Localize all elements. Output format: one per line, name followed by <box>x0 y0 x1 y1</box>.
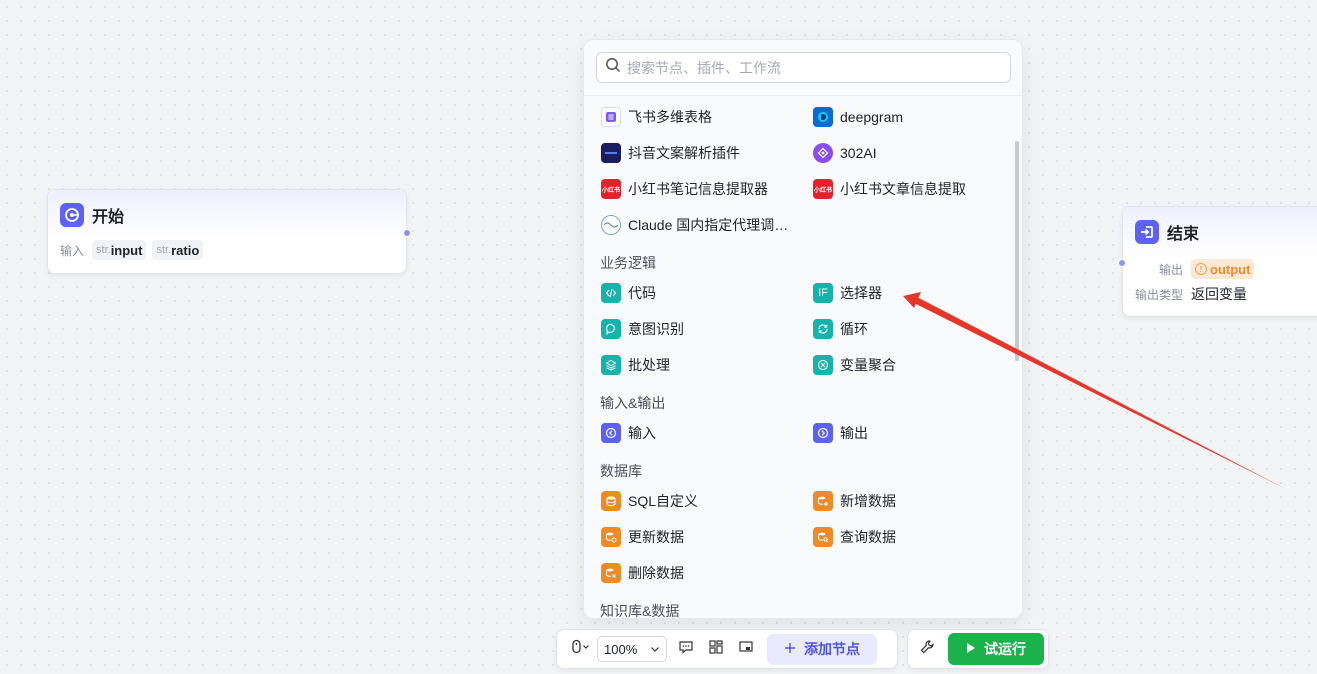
zoom-select[interactable]: 100% <box>597 636 667 662</box>
end-input-port[interactable] <box>1118 259 1126 267</box>
node-item-db-query[interactable]: 查询数据 <box>813 525 896 549</box>
wrench-icon <box>919 639 935 660</box>
douyin-plugin-icon <box>601 143 621 163</box>
start-output-port[interactable] <box>403 229 411 237</box>
comment-button[interactable] <box>671 634 701 664</box>
db-query-icon <box>813 527 833 547</box>
add-node-button[interactable]: 添加节点 <box>767 633 877 665</box>
minimap-icon <box>738 639 754 660</box>
output-var-tag: ! output <box>1191 259 1255 279</box>
node-item-sql-custom[interactable]: SQL自定义 <box>601 489 698 513</box>
end-node-title: 结束 <box>1167 226 1200 243</box>
debug-button[interactable] <box>912 634 942 664</box>
node-item-loop[interactable]: 循环 <box>813 317 868 341</box>
add-node-panel: 飞书多维表格 deepgram 抖音文案解析插件 302AI 小红书 小红书笔记… <box>583 39 1023 619</box>
start-node-inputs: 输入 str. input str. ratio <box>48 238 406 262</box>
302ai-icon <box>813 143 833 163</box>
start-node-header: 开始 <box>48 190 406 240</box>
interaction-mode-button[interactable] <box>563 634 597 664</box>
section-title-logic: 业务逻辑 <box>600 255 656 271</box>
deepgram-icon <box>813 107 833 127</box>
plus-icon <box>784 641 796 657</box>
end-output-row: 输出 ! output <box>1123 257 1317 281</box>
xiaohongshu-icon: 小红书 <box>601 179 621 199</box>
node-item-code[interactable]: 代码 <box>601 281 656 305</box>
mouse-icon <box>570 639 590 660</box>
batch-icon <box>601 355 621 375</box>
xiaohongshu-icon: 小红书 <box>813 179 833 199</box>
run-toolbar: 试运行 <box>907 629 1049 669</box>
db-delete-icon <box>601 563 621 583</box>
node-item-variable-merge[interactable]: 变量聚合 <box>813 353 896 377</box>
comment-icon <box>678 639 694 660</box>
output-type-value: 返回变量 <box>1191 286 1248 302</box>
if-selector-icon: IF <box>813 283 833 303</box>
end-node-header: 结束 <box>1123 207 1317 257</box>
divider <box>584 95 1022 96</box>
start-node[interactable]: 开始 输入 str. input str. ratio <box>47 189 411 274</box>
plugin-item-feishu-bitable[interactable]: 飞书多维表格 <box>601 105 712 129</box>
node-item-selector[interactable]: IF 选择器 <box>813 281 882 305</box>
test-run-button[interactable]: 试运行 <box>948 633 1044 665</box>
minimap-button[interactable] <box>731 634 761 664</box>
plugin-item-deepgram[interactable]: deepgram <box>813 105 903 129</box>
end-icon <box>1135 220 1159 244</box>
node-item-input[interactable]: 输入 <box>601 421 656 445</box>
search-icon <box>605 57 621 78</box>
layout-grid-icon <box>708 639 724 660</box>
plugin-item-douyin[interactable]: 抖音文案解析插件 <box>601 141 740 165</box>
plugin-item-xhs-article[interactable]: 小红书 小红书文章信息提取 <box>813 177 966 201</box>
play-icon <box>966 641 976 657</box>
section-title-kb: 知识库&数据 <box>600 603 680 619</box>
claude-proxy-icon <box>601 215 621 235</box>
node-item-output[interactable]: 输出 <box>813 421 868 445</box>
plugin-item-302ai[interactable]: 302AI <box>813 141 877 165</box>
end-output-type-row: 输出类型 返回变量 <box>1123 281 1317 307</box>
end-output-label: 输出 <box>1159 262 1184 277</box>
start-input-label: 输入 <box>60 243 85 258</box>
zoom-value: 100% <box>604 641 638 657</box>
input-icon <box>601 423 621 443</box>
search-input[interactable] <box>627 59 997 76</box>
section-title-db: 数据库 <box>600 463 642 479</box>
plugin-item-xhs-notes[interactable]: 小红书 小红书笔记信息提取器 <box>601 177 768 201</box>
canvas-toolbar: 100% 添加节点 <box>556 629 898 669</box>
code-icon <box>601 283 621 303</box>
intent-icon <box>601 319 621 339</box>
section-title-io: 输入&输出 <box>600 395 666 411</box>
node-item-db-add[interactable]: 新增数据 <box>813 489 896 513</box>
node-item-intent[interactable]: 意图识别 <box>601 317 684 341</box>
param-tag: str. input <box>92 240 147 260</box>
plugin-item-claude-proxy[interactable]: Claude 国内指定代理调… <box>601 213 788 237</box>
param-tag: str. ratio <box>152 240 204 260</box>
search-box[interactable] <box>596 52 1011 83</box>
db-update-icon <box>601 527 621 547</box>
loop-icon <box>813 319 833 339</box>
node-item-db-update[interactable]: 更新数据 <box>601 525 684 549</box>
end-node[interactable]: 结束 输出 ! output 输出类型 返回变量 <box>1118 206 1317 317</box>
node-item-batch[interactable]: 批处理 <box>601 353 670 377</box>
warning-icon: ! <box>1195 263 1208 275</box>
chevron-down-icon <box>650 642 660 657</box>
db-add-icon <box>813 491 833 511</box>
auto-layout-button[interactable] <box>701 634 731 664</box>
output-type-label: 输出类型 <box>1135 287 1184 302</box>
feishu-bitable-icon <box>601 107 621 127</box>
output-icon <box>813 423 833 443</box>
variable-merge-icon <box>813 355 833 375</box>
sql-custom-icon <box>601 491 621 511</box>
node-item-db-delete[interactable]: 删除数据 <box>601 561 684 585</box>
start-node-title: 开始 <box>92 209 125 226</box>
panel-scrollbar[interactable] <box>1015 141 1019 361</box>
start-icon <box>60 203 84 227</box>
